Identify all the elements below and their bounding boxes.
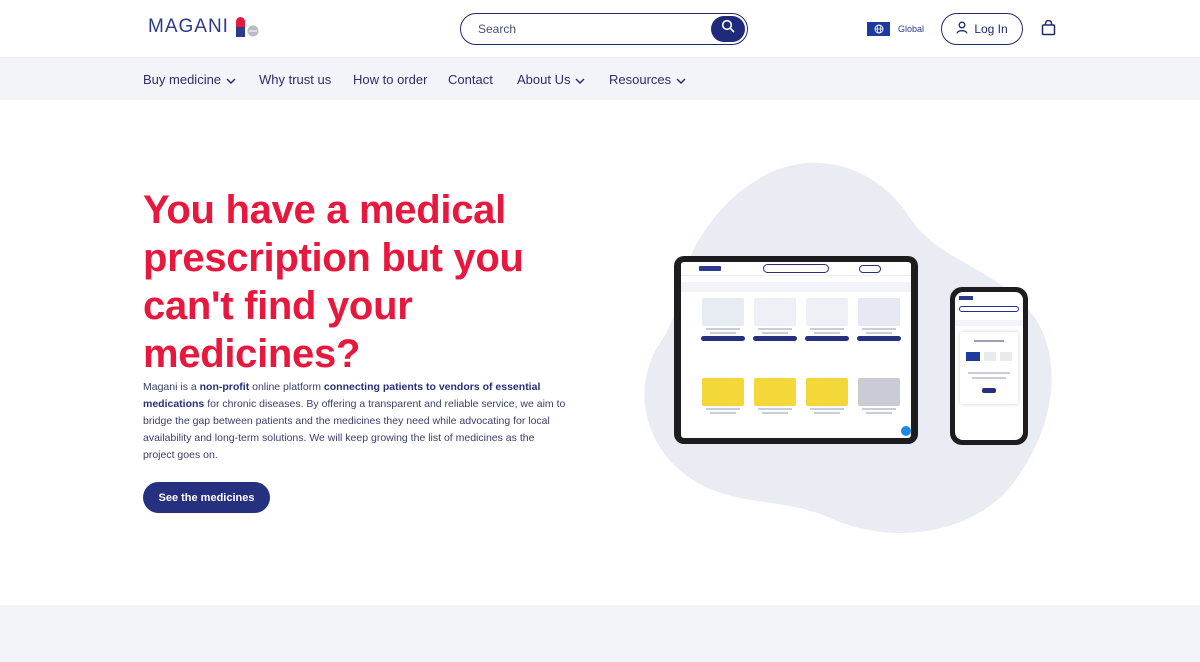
- login-label: Log In: [974, 22, 1008, 36]
- hero-description: Magani is a non-profit online platform c…: [143, 379, 568, 464]
- region-selector[interactable]: Global: [867, 22, 924, 36]
- search-icon: [721, 19, 735, 38]
- mini-nav: [681, 282, 911, 292]
- logo[interactable]: MAGANI: [148, 16, 261, 38]
- nav-label: Why trust us: [259, 72, 332, 87]
- nav-contact[interactable]: Contact: [448, 72, 493, 87]
- main-nav: Buy medicine Why trust us How to order C…: [0, 58, 1200, 100]
- logo-text: MAGANI: [148, 16, 229, 37]
- mini-product-card: [802, 298, 852, 341]
- phone-mockup: [950, 287, 1028, 445]
- nav-label: Contact: [448, 72, 493, 87]
- user-icon: [956, 21, 968, 37]
- phone-screen: [955, 292, 1023, 440]
- mini-product-card: [802, 378, 852, 414]
- hero-text-bold: non-profit: [199, 381, 250, 393]
- see-medicines-button[interactable]: See the medicines: [143, 482, 270, 513]
- nav-resources[interactable]: Resources: [609, 72, 686, 87]
- hero-text-part: online platform: [249, 381, 324, 393]
- chevron-down-icon: [226, 72, 236, 87]
- login-button[interactable]: Log In: [941, 13, 1023, 45]
- nav-label: Resources: [609, 72, 672, 87]
- nav-label: Buy medicine: [143, 72, 222, 87]
- region-label: Global: [898, 24, 925, 34]
- mini-product-card: [698, 378, 748, 414]
- hero-text-part: for chronic diseases. By offering a tran…: [143, 398, 566, 461]
- mini-product-card: [698, 298, 748, 341]
- search-input[interactable]: [478, 22, 698, 36]
- hero-text-part: Magani is a: [143, 381, 200, 393]
- hero-title: You have a medical prescription but you …: [143, 188, 524, 376]
- nav-about-us[interactable]: About Us: [517, 72, 586, 87]
- search-bar: [460, 13, 748, 45]
- mini-product-card: [750, 378, 800, 414]
- cart-button[interactable]: [1041, 19, 1056, 41]
- search-button[interactable]: [711, 15, 745, 42]
- mini-product-card: [750, 298, 800, 341]
- bag-icon: [1041, 19, 1056, 40]
- chevron-down-icon: [676, 72, 686, 87]
- nav-label: About Us: [517, 72, 571, 87]
- mini-product-card: [854, 298, 904, 341]
- mini-header: [681, 262, 911, 276]
- pill-logo-icon: [233, 16, 261, 38]
- nav-buy-medicine[interactable]: Buy medicine: [143, 72, 236, 87]
- nav-label: How to order: [353, 72, 428, 87]
- nav-why-trust-us[interactable]: Why trust us: [259, 72, 331, 87]
- tablet-mockup: [674, 256, 918, 444]
- mini-product-card: [854, 378, 904, 414]
- nav-how-to-order[interactable]: How to order: [353, 72, 427, 87]
- chevron-down-icon: [575, 72, 586, 87]
- top-header: MAGANI Search Global Log In: [0, 0, 1200, 58]
- next-section-band: [0, 605, 1200, 662]
- tablet-screen: [681, 262, 911, 438]
- globe-icon: [867, 22, 890, 36]
